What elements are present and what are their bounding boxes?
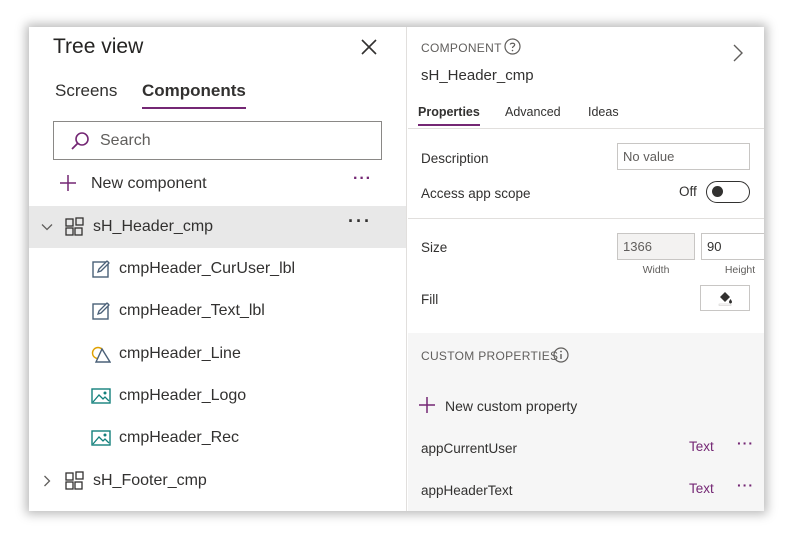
toggle-knob <box>712 186 723 197</box>
new-component-label: New component <box>91 175 207 192</box>
tab-advanced[interactable]: Advanced <box>505 105 561 124</box>
chevron-right-icon[interactable] <box>41 475 53 487</box>
tree-item-label: cmpHeader_Line <box>119 345 241 362</box>
plus-icon <box>60 175 76 191</box>
tab-screens[interactable]: Screens <box>55 81 117 107</box>
tree-view-pane: Tree view Screens Components New compone… <box>29 27 407 511</box>
more-options-icon[interactable]: ··· <box>353 170 372 188</box>
toggle-state-text: Off <box>679 184 697 199</box>
tree-item-cmpheader-text-lbl[interactable]: cmpHeader_Text_lbl <box>29 290 406 332</box>
tab-ideas[interactable]: Ideas <box>588 105 619 124</box>
access-app-scope-label: Access app scope <box>421 186 531 201</box>
height-caption: Height <box>724 264 756 276</box>
component-name: sH_Header_cmp <box>421 67 534 84</box>
tree-view-title: Tree view <box>53 35 144 58</box>
component-icon <box>65 471 84 490</box>
close-icon[interactable] <box>360 38 378 56</box>
new-custom-property-label: New custom property <box>445 398 578 414</box>
width-input[interactable]: 1366 <box>617 233 695 260</box>
tree-item-cmpheader-logo[interactable]: cmpHeader_Logo <box>29 375 406 417</box>
paint-bucket-icon <box>718 292 732 306</box>
image-icon <box>91 388 111 404</box>
custom-property-name: appHeaderText <box>421 483 513 498</box>
edit-label-icon <box>92 260 110 278</box>
tree-item-label: cmpHeader_Rec <box>119 429 240 446</box>
chevron-down-icon[interactable] <box>41 221 53 233</box>
custom-property-type: Text <box>689 439 714 454</box>
tree-item-cmpheader-rec[interactable]: cmpHeader_Rec <box>29 417 406 459</box>
divider <box>408 218 764 219</box>
divider <box>408 128 764 129</box>
tab-components[interactable]: Components <box>142 81 246 109</box>
more-options-icon[interactable]: ··· <box>737 435 754 451</box>
height-input[interactable]: 90 <box>701 233 764 260</box>
edit-label-icon <box>92 302 110 320</box>
app-window: Tree view Screens Components New compone… <box>29 27 764 511</box>
description-label: Description <box>421 151 489 166</box>
image-icon <box>91 430 111 446</box>
tree-item-cmpheader-line[interactable]: cmpHeader_Line <box>29 333 406 375</box>
shapes-icon <box>91 346 111 363</box>
help-icon[interactable] <box>504 38 521 55</box>
search-input[interactable] <box>100 130 370 152</box>
access-app-scope-toggle[interactable] <box>706 181 750 203</box>
tree-item-label: sH_Header_cmp <box>93 218 214 235</box>
fill-label: Fill <box>421 292 439 307</box>
properties-pane: COMPONENT sH_Header_cmp Properties Advan… <box>408 27 764 511</box>
section-label: COMPONENT <box>421 41 502 55</box>
fill-color-picker[interactable] <box>700 285 750 311</box>
tab-properties[interactable]: Properties <box>418 105 480 126</box>
custom-property-row[interactable]: appHeaderText Text ··· <box>408 475 764 505</box>
tree-item-sh-header-cmp[interactable]: sH_Header_cmp ··· <box>29 206 406 248</box>
info-icon[interactable] <box>553 347 569 363</box>
new-custom-property-button[interactable]: New custom property <box>418 395 718 417</box>
chevron-right-icon[interactable] <box>731 44 745 62</box>
search-icon <box>71 132 89 150</box>
tree-item-cmpheader-curuser-lbl[interactable]: cmpHeader_CurUser_lbl <box>29 248 406 290</box>
width-caption: Width <box>642 264 670 276</box>
custom-property-row[interactable]: appCurrentUser Text ··· <box>408 433 764 463</box>
properties-tabs: Properties Advanced Ideas <box>418 105 758 129</box>
tree-item-sh-footer-cmp[interactable]: sH_Footer_cmp <box>29 460 406 502</box>
tree-item-label: cmpHeader_Text_lbl <box>119 302 265 319</box>
more-options-icon[interactable]: ··· <box>348 211 372 232</box>
custom-property-type: Text <box>689 481 714 496</box>
plus-icon <box>419 397 435 413</box>
more-options-icon[interactable]: ··· <box>737 477 754 493</box>
search-box <box>53 121 382 160</box>
component-icon <box>65 217 84 236</box>
tree-item-label: cmpHeader_CurUser_lbl <box>119 260 296 277</box>
tree-item-label: cmpHeader_Logo <box>119 387 247 404</box>
new-component-button[interactable]: New component ··· <box>59 170 379 195</box>
description-input[interactable]: No value <box>617 143 750 170</box>
custom-property-name: appCurrentUser <box>421 441 518 456</box>
custom-properties-title: CUSTOM PROPERTIES <box>421 349 559 363</box>
size-label: Size <box>421 240 448 255</box>
tree-item-label: sH_Footer_cmp <box>93 472 207 489</box>
